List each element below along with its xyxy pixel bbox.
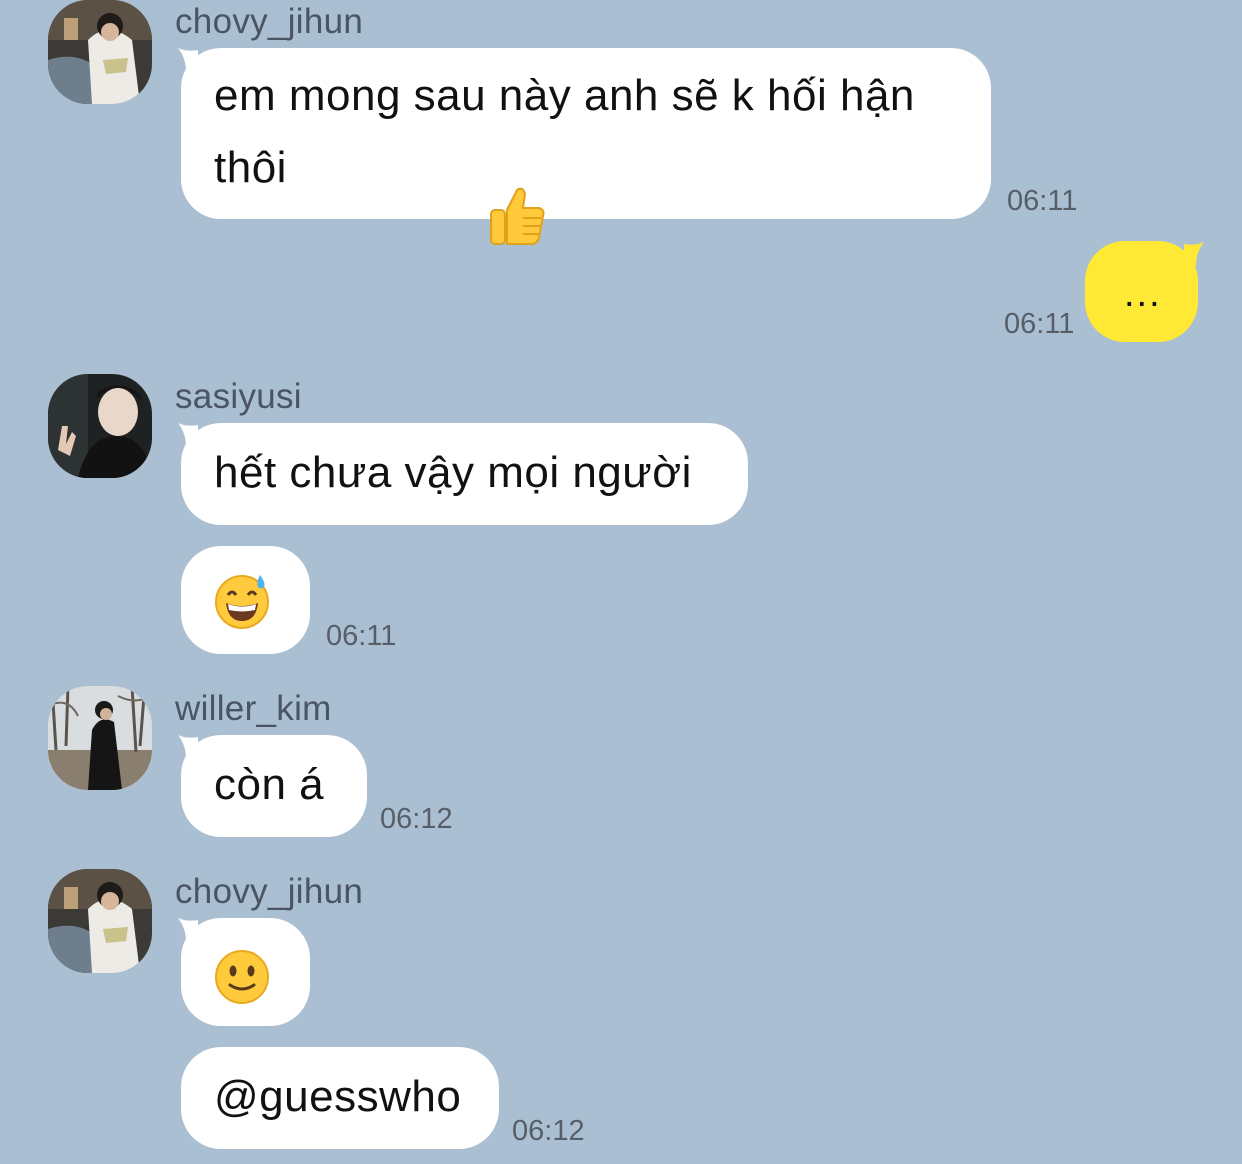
timestamp: 06:11 xyxy=(1004,308,1075,340)
slightly-smiling-emoji xyxy=(215,950,269,1004)
message-text: hết chưa vậy mọi người xyxy=(214,448,692,497)
message-bubble[interactable]: còn á xyxy=(181,735,367,837)
bubble-tail xyxy=(178,423,198,447)
message-text: em mong sau này anh sẽ k hối hận xyxy=(214,71,915,120)
chovy-jihun-avatar xyxy=(48,869,152,973)
message-text: còn á xyxy=(214,760,325,809)
message-bubble[interactable] xyxy=(181,546,310,654)
sasiyusi-avatar xyxy=(48,374,152,478)
timestamp: 06:11 xyxy=(326,620,397,652)
avatar-chovy-jihun[interactable] xyxy=(48,869,152,973)
message-text: ... xyxy=(1124,273,1162,315)
bubble-tail xyxy=(1184,242,1204,266)
grinning-sweat-emoji xyxy=(215,575,269,629)
chat-area[interactable]: chovy_jihun em mong sau này anh sẽ k hối… xyxy=(0,0,1242,1164)
avatar-chovy-jihun[interactable] xyxy=(48,0,152,104)
message-text: thôi xyxy=(214,143,287,192)
message-bubble[interactable]: hết chưa vậy mọi người xyxy=(181,423,748,525)
thumbs-up-emoji xyxy=(490,187,545,245)
timestamp: 06:11 xyxy=(1007,185,1078,217)
bubble-tail xyxy=(178,918,198,942)
sender-name: willer_kim xyxy=(175,689,332,728)
message-bubble[interactable]: em mong sau này anh sẽ k hối hận thôi xyxy=(181,48,991,245)
sender-name: sasiyusi xyxy=(175,377,302,416)
bubble-tail xyxy=(178,735,198,759)
message-bubble[interactable]: @guesswho xyxy=(181,1047,499,1149)
willer-kim-avatar xyxy=(48,686,152,790)
chovy-jihun-avatar xyxy=(48,0,152,104)
bubble-tail xyxy=(178,48,198,72)
message-text: @guesswho xyxy=(214,1072,462,1121)
timestamp: 06:12 xyxy=(380,803,453,835)
timestamp: 06:12 xyxy=(512,1115,585,1147)
sender-name: chovy_jihun xyxy=(175,872,364,911)
avatar-willer-kim[interactable] xyxy=(48,686,152,790)
sender-name: chovy_jihun xyxy=(175,2,364,41)
avatar-sasiyusi[interactable] xyxy=(48,374,152,478)
